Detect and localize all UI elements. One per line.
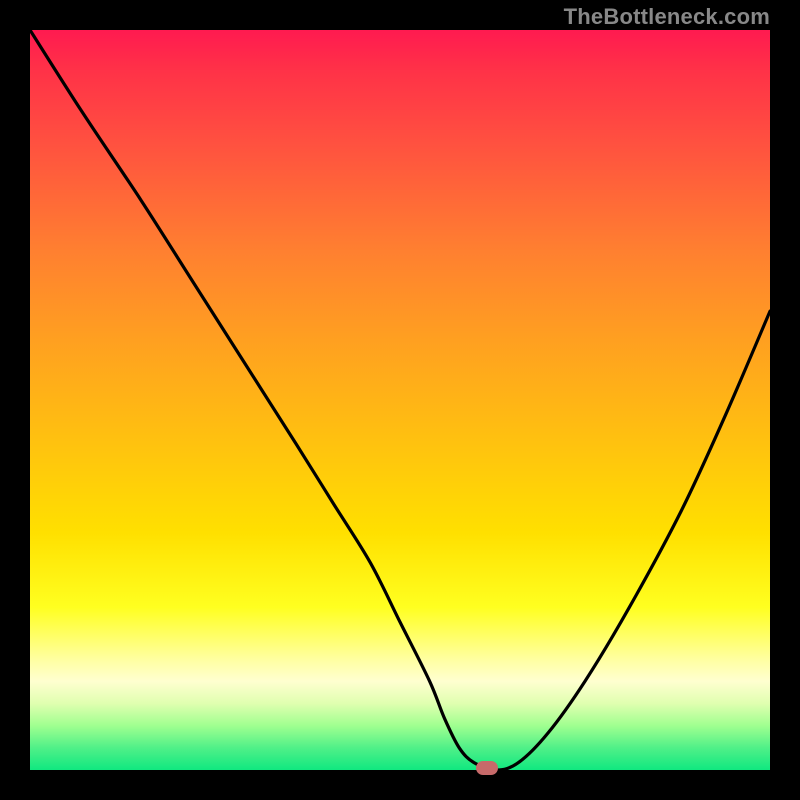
optimal-point-marker <box>476 761 498 775</box>
watermark-text: TheBottleneck.com <box>564 4 770 30</box>
bottleneck-curve-path <box>30 30 770 770</box>
curve-layer <box>30 30 770 770</box>
chart-frame: TheBottleneck.com <box>0 0 800 800</box>
